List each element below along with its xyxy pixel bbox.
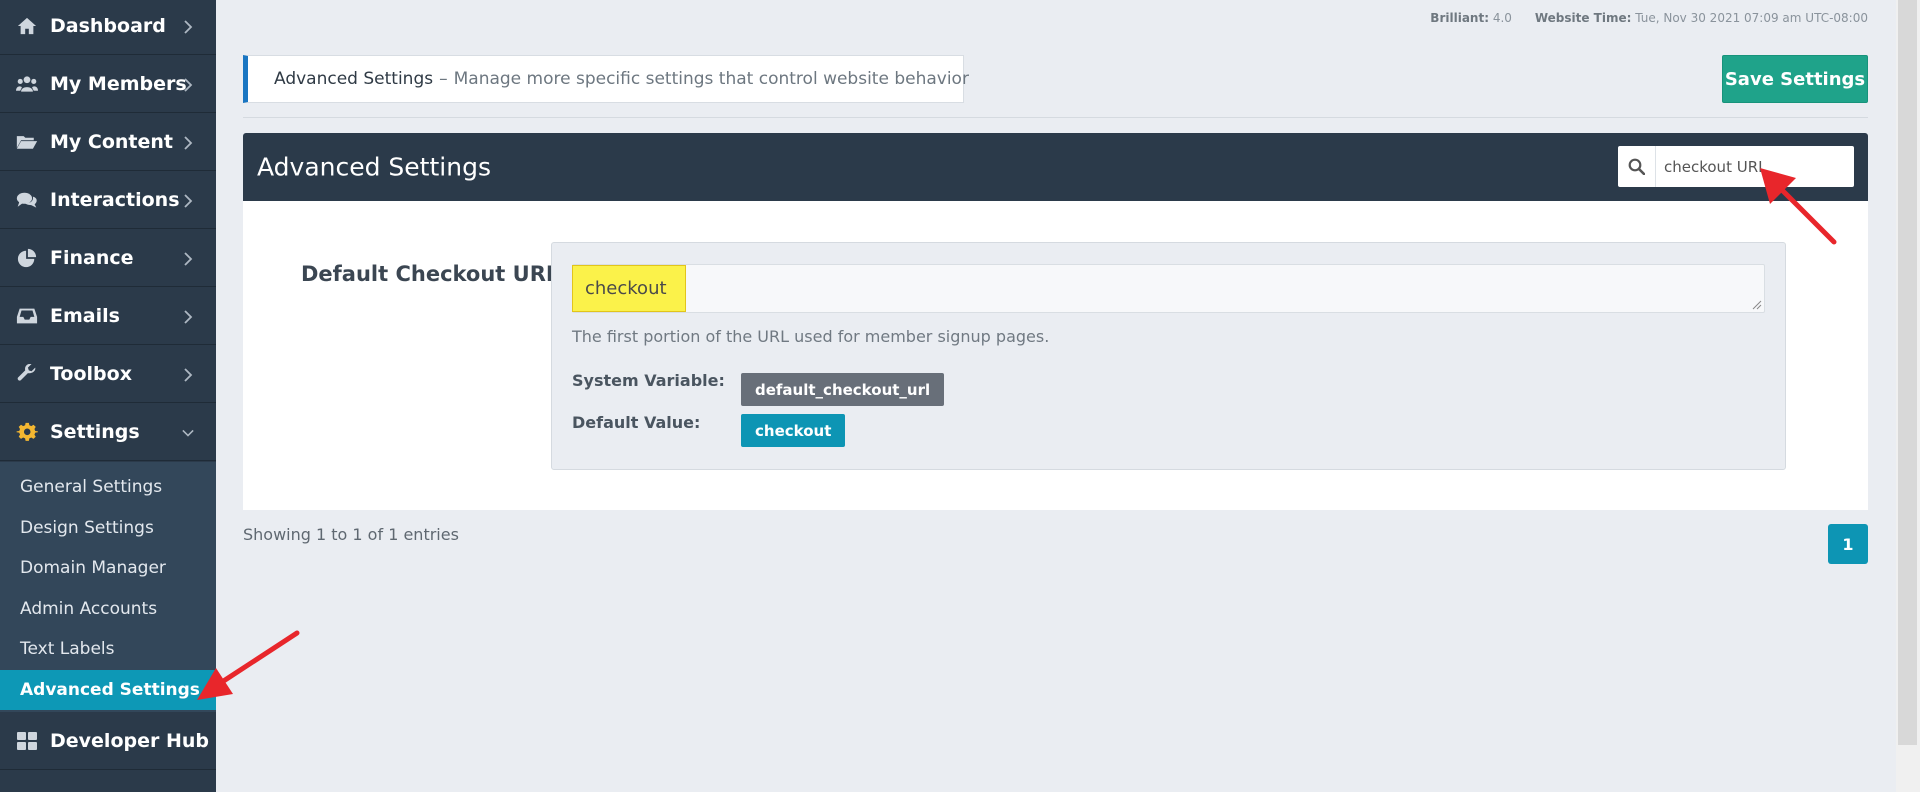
sidebar-item-label: My Content xyxy=(50,130,174,153)
sidebar-item-finance[interactable]: Finance xyxy=(0,229,216,287)
submenu-item-design-settings[interactable]: Design Settings xyxy=(0,508,216,548)
search-icon xyxy=(1618,146,1656,187)
page-info-banner: Advanced Settings – Manage more specific… xyxy=(243,55,969,103)
chevron-right-icon xyxy=(182,19,194,34)
setting-value-textarea[interactable] xyxy=(572,264,1765,313)
sidebar-item-toolbox[interactable]: Toolbox xyxy=(0,345,216,403)
chevron-right-icon xyxy=(182,135,194,150)
pie-chart-icon xyxy=(14,247,40,269)
folder-open-icon xyxy=(14,131,40,153)
settings-search xyxy=(1618,146,1854,187)
submenu-item-domain-manager[interactable]: Domain Manager xyxy=(0,548,216,588)
resize-handle-icon[interactable] xyxy=(1751,299,1762,310)
scrollbar-thumb[interactable] xyxy=(1898,0,1917,745)
submenu-item-general-settings[interactable]: General Settings xyxy=(0,467,216,507)
pagination-page-button[interactable]: 1 xyxy=(1828,524,1868,564)
banner-separator: – xyxy=(439,69,448,89)
chevron-down-icon xyxy=(182,425,194,439)
wrench-icon xyxy=(14,363,40,385)
banner-title: Advanced Settings xyxy=(274,69,434,89)
entries-info: Showing 1 to 1 of 1 entries xyxy=(243,525,459,544)
submenu-item-text-labels[interactable]: Text Labels xyxy=(0,629,216,669)
website-time-value: Tue, Nov 30 2021 07:09 am UTC-08:00 xyxy=(1635,11,1868,25)
setting-value-highlight: checkout xyxy=(572,265,686,312)
version-label: Brilliant: xyxy=(1430,11,1489,25)
version-value: 4.0 xyxy=(1492,11,1512,25)
sidebar-item-label: Dashboard xyxy=(50,14,166,37)
chevron-right-icon xyxy=(182,77,194,92)
submenu-item-admin-accounts[interactable]: Admin Accounts xyxy=(0,589,216,629)
inbox-icon xyxy=(14,305,40,327)
sidebar-item-my-content[interactable]: My Content xyxy=(0,113,216,171)
setting-help-text: The first portion of the URL used for me… xyxy=(572,327,1050,346)
website-time-label: Website Time: xyxy=(1534,11,1632,25)
gear-icon xyxy=(14,421,40,443)
sidebar-item-my-members[interactable]: My Members xyxy=(0,55,216,113)
settings-submenu: General Settings Design Settings Domain … xyxy=(0,462,216,712)
chevron-right-icon xyxy=(182,309,194,324)
search-input[interactable] xyxy=(1656,147,1846,186)
panel-body: Default Checkout URL checkout The first … xyxy=(243,201,1868,510)
panel-header: Advanced Settings xyxy=(243,133,1868,201)
sidebar-item-emails[interactable]: Emails xyxy=(0,287,216,345)
chevron-right-icon xyxy=(182,193,194,208)
users-icon xyxy=(14,73,40,95)
setting-card: checkout The first portion of the URL us… xyxy=(551,242,1786,470)
system-variable-label: System Variable: xyxy=(572,371,725,390)
default-value-badge: checkout xyxy=(741,414,846,447)
sidebar-item-label: Toolbox xyxy=(50,362,132,385)
system-variable-badge: default_checkout_url xyxy=(741,373,945,406)
grid-icon xyxy=(14,730,40,752)
sidebar-item-settings[interactable]: Settings xyxy=(0,403,216,461)
sidebar-item-dashboard[interactable]: Dashboard xyxy=(0,0,216,55)
panel-title: Advanced Settings xyxy=(257,152,491,182)
sidebar-item-label: Emails xyxy=(50,304,120,327)
submenu-item-advanced-settings[interactable]: Advanced Settings xyxy=(0,670,216,710)
banner-description: Manage more specific settings that contr… xyxy=(453,69,969,89)
top-status-bar: Brilliant: 4.0 Website Time: Tue, Nov 30… xyxy=(1430,11,1868,25)
sidebar-item-label: Developer Hub xyxy=(50,729,209,752)
sidebar-item-label: Finance xyxy=(50,246,134,269)
scrollbar[interactable] xyxy=(1896,0,1920,792)
sidebar-item-developer-hub[interactable]: Developer Hub xyxy=(0,712,216,770)
divider xyxy=(243,117,1868,118)
save-settings-button[interactable]: Save Settings xyxy=(1722,55,1868,103)
sidebar: Dashboard My Members My Content Interact… xyxy=(0,0,216,792)
comments-icon xyxy=(14,189,40,211)
home-icon xyxy=(14,15,40,37)
chevron-right-icon xyxy=(182,251,194,266)
sidebar-item-interactions[interactable]: Interactions xyxy=(0,171,216,229)
sidebar-item-label: Interactions xyxy=(50,188,180,211)
default-value-label: Default Value: xyxy=(572,413,701,432)
chevron-right-icon xyxy=(182,367,194,382)
setting-label: Default Checkout URL xyxy=(301,262,560,286)
sidebar-item-label: Settings xyxy=(50,420,140,443)
sidebar-item-label: My Members xyxy=(50,72,187,95)
